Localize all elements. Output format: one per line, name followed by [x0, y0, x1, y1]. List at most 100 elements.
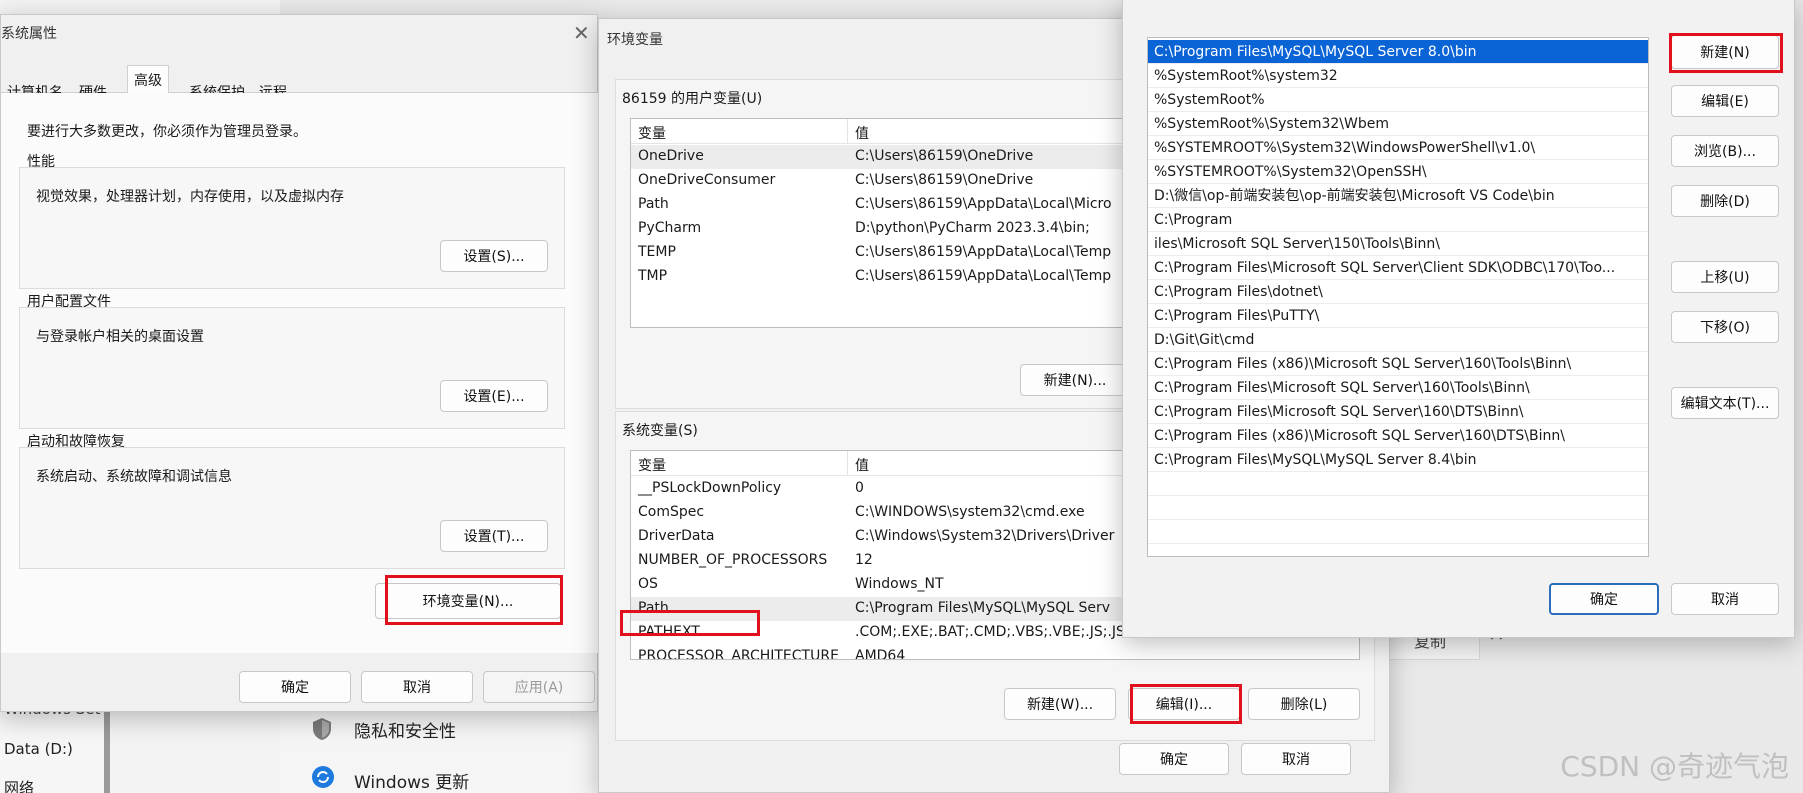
cancel-button[interactable]: 取消: [361, 671, 473, 703]
column-value[interactable]: 值: [855, 123, 869, 143]
path-entry[interactable]: %SYSTEMROOT%\System32\OpenSSH\: [1148, 160, 1648, 184]
profile-desc: 与登录帐户相关的桌面设置: [36, 329, 204, 345]
variable-name: OS: [638, 576, 658, 592]
dialog-title: 环境变量: [607, 32, 663, 48]
watermark: CSDN @奇迹气泡: [1560, 750, 1789, 783]
variable-value: 12: [855, 552, 873, 568]
move-up-button[interactable]: 上移(U): [1671, 261, 1779, 293]
variable-value: C:\Windows\System32\Drivers\Driver: [855, 528, 1115, 544]
admin-note: 要进行大多数更改，你必须作为管理员登录。: [27, 124, 307, 140]
user-new-button[interactable]: 新建(N)...: [1020, 364, 1130, 396]
column-divider: [847, 451, 848, 476]
path-entry[interactable]: C:\Program Files (x86)\Microsoft SQL Ser…: [1148, 424, 1648, 448]
path-entry[interactable]: C:\Program Files\Microsoft SQL Server\16…: [1148, 400, 1648, 424]
tab-panel: 要进行大多数更改，你必须作为管理员登录。 性能 视觉效果，处理器计划，内存使用，…: [1, 93, 599, 653]
startup-group: 系统启动、系统故障和调试信息 设置(T)...: [19, 447, 565, 569]
path-entry[interactable]: C:\Program: [1148, 208, 1648, 232]
path-entry[interactable]: %SystemRoot%\system32: [1148, 64, 1648, 88]
sidebar-item-data-drive[interactable]: Data (D:): [4, 740, 73, 758]
path-entry[interactable]: D:\Git\Git\cmd: [1148, 328, 1648, 352]
column-variable[interactable]: 变量: [638, 455, 666, 475]
column-value[interactable]: 值: [855, 455, 869, 475]
path-entry[interactable]: %SYSTEMROOT%\System32\WindowsPowerShell\…: [1148, 136, 1648, 160]
sidebar-item-network[interactable]: 网络: [4, 777, 34, 793]
variable-value: 0: [855, 480, 864, 496]
path-edit-button[interactable]: 编辑(E): [1671, 85, 1779, 117]
path-entry[interactable]: C:\Program Files\MySQL\MySQL Server 8.4\…: [1148, 448, 1648, 472]
startup-settings-button[interactable]: 设置(T)...: [440, 520, 548, 552]
path-entry[interactable]: C:\Program Files\Microsoft SQL Server\Cl…: [1148, 256, 1648, 280]
settings-item-privacy[interactable]: 隐私和安全性: [354, 717, 456, 742]
profile-settings-button[interactable]: 设置(E)...: [440, 380, 548, 412]
column-variable[interactable]: 变量: [638, 123, 666, 143]
variable-name: OneDrive: [638, 148, 704, 164]
path-browse-button[interactable]: 浏览(B)...: [1671, 135, 1779, 167]
environment-variables-button[interactable]: 环境变量(N)...: [375, 583, 561, 619]
variable-name: TEMP: [638, 244, 676, 260]
path-entry[interactable]: %SystemRoot%\System32\Wbem: [1148, 112, 1648, 136]
apply-button[interactable]: 应用(A): [483, 671, 595, 703]
dialog-title: 系统属性: [1, 26, 57, 42]
path-entry-empty[interactable]: [1148, 496, 1648, 520]
variable-name: NUMBER_OF_PROCESSORS: [638, 552, 828, 568]
variable-value: C:\WINDOWS\system32\cmd.exe: [855, 504, 1085, 520]
path-entry-empty[interactable]: [1148, 472, 1648, 496]
system-delete-button[interactable]: 删除(L): [1248, 688, 1360, 720]
variable-name: PATHEXT: [638, 624, 700, 640]
explorer-scrollbar[interactable]: [104, 700, 110, 793]
table-row[interactable]: PROCESSOR_ARCHITECTURE AMD64: [631, 645, 1359, 660]
path-entry-empty[interactable]: [1148, 520, 1648, 544]
tab-advanced[interactable]: 高级: [127, 65, 169, 93]
variable-name: DriverData: [638, 528, 715, 544]
variable-value: C:\Users\86159\AppData\Local\Temp: [855, 268, 1112, 284]
variable-name: PyCharm: [638, 220, 702, 236]
path-new-button[interactable]: 新建(N): [1671, 35, 1779, 69]
variable-name: ComSpec: [638, 504, 705, 520]
variable-value: C:\Program Files\MySQL\MySQL Serv: [855, 600, 1111, 616]
performance-group: 视觉效果，处理器计划，内存使用，以及虚拟内存 设置(S)...: [19, 167, 565, 289]
path-entry[interactable]: C:\Program Files\Microsoft SQL Server\16…: [1148, 376, 1648, 400]
column-divider: [847, 119, 848, 144]
variable-value: .COM;.EXE;.BAT;.CMD;.VBS;.VBE;.JS;.JS: [855, 624, 1125, 640]
performance-desc: 视觉效果，处理器计划，内存使用，以及虚拟内存: [36, 189, 344, 205]
path-entry[interactable]: %SystemRoot%: [1148, 88, 1648, 112]
settings-item-update[interactable]: Windows 更新: [354, 768, 469, 793]
ok-button[interactable]: 确定: [1119, 743, 1229, 775]
variable-value: C:\Users\86159\OneDrive: [855, 172, 1034, 188]
update-icon: [312, 766, 334, 788]
variable-value: D:\python\PyCharm 2023.3.4\bin;: [855, 220, 1090, 236]
system-new-button[interactable]: 新建(W)...: [1004, 688, 1116, 720]
path-entry[interactable]: C:\Program Files\PuTTY\: [1148, 304, 1648, 328]
variable-value: Windows_NT: [855, 576, 944, 592]
variable-name: OneDriveConsumer: [638, 172, 776, 188]
path-entry[interactable]: D:\微信\op-前端安装包\op-前端安装包\Microsoft VS Cod…: [1148, 184, 1648, 208]
variable-name: PROCESSOR_ARCHITECTURE: [638, 648, 839, 660]
system-properties-dialog: 系统属性 ✕ 计算机名 硬件 高级 系统保护 远程 要进行大多数更改，你必须作为…: [0, 14, 599, 712]
close-icon[interactable]: ✕: [573, 21, 590, 45]
variable-value: AMD64: [855, 648, 906, 660]
cancel-button[interactable]: 取消: [1671, 583, 1779, 615]
profile-group: 与登录帐户相关的桌面设置 设置(E)...: [19, 307, 565, 429]
path-entry[interactable]: C:\Program Files\dotnet\: [1148, 280, 1648, 304]
shield-icon: [313, 718, 331, 740]
variable-value: C:\Users\86159\AppData\Local\Micro: [855, 196, 1112, 212]
path-entries-list[interactable]: C:\Program Files\MySQL\MySQL Server 8.0\…: [1147, 37, 1649, 557]
variable-value: C:\Users\86159\AppData\Local\Temp: [855, 244, 1112, 260]
user-variables-heading: 86159 的用户变量(U): [622, 91, 763, 107]
path-delete-button[interactable]: 删除(D): [1671, 185, 1779, 217]
ok-button[interactable]: 确定: [239, 671, 351, 703]
startup-desc: 系统启动、系统故障和调试信息: [36, 469, 232, 485]
move-down-button[interactable]: 下移(O): [1671, 311, 1779, 343]
edit-text-button[interactable]: 编辑文本(T)...: [1671, 387, 1779, 419]
path-entry[interactable]: iles\Microsoft SQL Server\150\Tools\Binn…: [1148, 232, 1648, 256]
system-edit-button[interactable]: 编辑(I)...: [1128, 688, 1240, 720]
path-entry[interactable]: C:\Program Files\MySQL\MySQL Server 8.0\…: [1148, 40, 1648, 64]
performance-settings-button[interactable]: 设置(S)...: [440, 240, 548, 272]
cancel-button[interactable]: 取消: [1241, 743, 1351, 775]
variable-name: Path: [638, 196, 669, 212]
variable-value: C:\Users\86159\OneDrive: [855, 148, 1034, 164]
ok-button[interactable]: 确定: [1549, 583, 1659, 615]
path-entry[interactable]: C:\Program Files (x86)\Microsoft SQL Ser…: [1148, 352, 1648, 376]
variable-name: Path: [638, 600, 669, 616]
system-variables-heading: 系统变量(S): [622, 423, 698, 439]
